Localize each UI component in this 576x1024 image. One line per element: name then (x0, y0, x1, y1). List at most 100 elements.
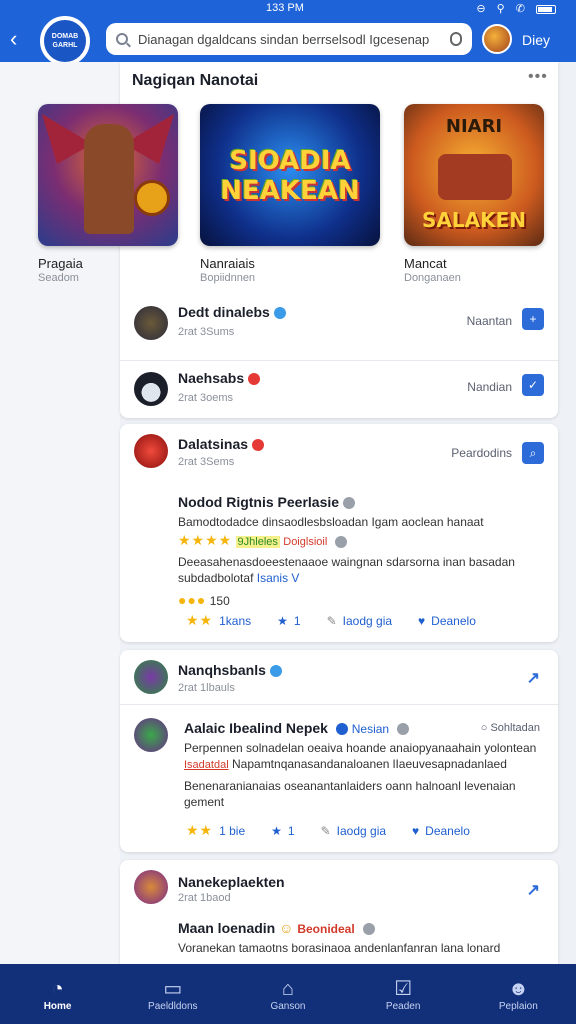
post-subtitle: 2rat 1lbauls (178, 682, 235, 694)
search-button[interactable]: ⌕ (522, 442, 544, 464)
nav-downloads[interactable]: ▭ Paeldldons (123, 977, 223, 1012)
game-sub-2: Bopiidnnen (200, 272, 256, 284)
game-logo-art: SALAKEN (421, 208, 526, 232)
search-bar[interactable] (106, 23, 472, 55)
rate-count: 1 (293, 613, 301, 628)
mic-icon[interactable] (450, 32, 462, 46)
row-name-text: Naehsabs (178, 370, 245, 386)
post-title: Nodod Rigtnis Peerlasie (178, 494, 356, 510)
post-author[interactable]: Nanekeplaekten (178, 874, 285, 890)
row-action-label: Naantan (466, 314, 512, 328)
game-tile-3[interactable]: NIARI SALAKEN (404, 104, 544, 246)
post-tag[interactable]: Nesian (352, 722, 389, 736)
game-logo-art: SIOADIA NEAKEAN (220, 146, 360, 206)
share-label: Deanelo (431, 613, 476, 628)
comment-button[interactable]: ✎ Iaodg gia (327, 612, 392, 629)
check-button[interactable]: ✓ (522, 374, 544, 396)
red-link[interactable]: Isadatdal (184, 759, 229, 771)
rate-button[interactable]: ★ 1 (277, 612, 300, 629)
avatar[interactable] (134, 660, 168, 694)
post-line: Benenaranianaias oseanantanlaiders oann … (184, 779, 516, 793)
battery-icon (536, 4, 556, 14)
search-input[interactable] (138, 31, 450, 47)
post-title: Aalaic Ibealind Nepek Nesian (184, 720, 409, 736)
divider (120, 360, 558, 361)
avatar (134, 372, 168, 406)
info-icon (396, 723, 409, 736)
nav-home[interactable]: ◔ Home (8, 977, 108, 1012)
rating-row: ★★★★ 9Jhleles Doiglsioil (178, 532, 538, 550)
search-icon (116, 33, 128, 45)
game-name-1[interactable]: Pragaia (38, 256, 83, 271)
list-item[interactable]: Dedt dinalebs 2rat 3Sums Naantan + (120, 298, 558, 360)
score-icons: ●●● (178, 592, 207, 608)
post-author[interactable]: Dalatsinas (178, 436, 265, 452)
more-options-icon[interactable]: ••• (528, 68, 548, 86)
row-action-label: Nandian (467, 380, 512, 394)
expand-icon[interactable]: ↗ (527, 880, 540, 900)
plus-button[interactable]: + (522, 308, 544, 330)
post-title-text: Aalaic Ibealind Nepek (184, 720, 328, 736)
nav-games[interactable]: ⌂ Ganson (238, 977, 338, 1012)
game-tile-2[interactable]: SIOADIA NEAKEAN (200, 104, 380, 246)
post-line-text: Napamtnqanasandanaloanen lIaeuvesapnadan… (232, 757, 507, 771)
row-name-text: Dedt dinalebs (178, 304, 270, 320)
avatar[interactable] (134, 870, 168, 904)
user-avatar[interactable] (482, 24, 512, 54)
post-title-text: Nodod Rigtnis Peerlasie (178, 494, 340, 510)
post-action-label: Peardodins (451, 446, 512, 460)
like-count: 1 bie (219, 823, 246, 838)
post-line: gement (184, 795, 225, 809)
post-author[interactable]: Nanqhsbanls (178, 662, 282, 678)
post-link[interactable]: Isanis V (257, 571, 300, 585)
row-title: Dedt dinalebs (178, 304, 286, 320)
like-button[interactable]: ★★ 1kans (186, 612, 251, 629)
back-button[interactable]: ‹ (10, 26, 30, 52)
post-author-text: Dalatsinas (178, 436, 249, 452)
comment-icon: ✎ (326, 613, 337, 628)
game-name-2[interactable]: Nanraiais (200, 256, 255, 271)
post-subtitle: 2rat 1baod (178, 892, 231, 904)
post-line: Deeasahenasdoeestenaaoe waingnan sdarsor… (178, 555, 515, 569)
info-icon (362, 923, 375, 936)
post-card: Dalatsinas 2rat 3Sems Peardodins ⌕ Nodod… (120, 424, 558, 642)
like-button[interactable]: ★★ 1 bie (186, 822, 245, 839)
featured-title: Nagiqan Nanotai (132, 72, 259, 89)
share-button[interactable]: ♥ Deanelo (418, 612, 476, 629)
chart-icon: ☑ (394, 977, 413, 1000)
nav-label: Ganson (270, 1000, 306, 1012)
shield-icon (248, 373, 261, 386)
app-logo[interactable]: DOMAB GARHL (40, 16, 90, 66)
verified-icon (269, 665, 282, 678)
red-tag[interactable]: Beonideal (297, 922, 354, 936)
star-icon: ★★ (186, 612, 214, 628)
status-badge: ○ Sohltadan (480, 722, 540, 734)
post-title: Maan loenadin ☺ Beonideal (178, 920, 375, 936)
rate-button[interactable]: ★ 1 (271, 822, 294, 839)
game-name-3[interactable]: Mancat (404, 256, 447, 271)
game-tile-1[interactable] (38, 104, 178, 246)
nav-label: Peplaion (498, 1000, 538, 1012)
share-button[interactable]: ♥ Deanelo (412, 822, 470, 839)
post-line: subdadbolotaf Isanis V (178, 570, 538, 586)
score-row: ●●● 150 (178, 592, 538, 609)
badge-icon (252, 439, 265, 452)
avatar[interactable] (134, 434, 168, 468)
verified-icon (335, 723, 348, 736)
list-item[interactable]: Naehsabs 2rat 3oems Nandian ✓ (120, 364, 558, 426)
nav-profile[interactable]: ☻ Peplaion (468, 977, 568, 1012)
nav-updates[interactable]: ☑ Peaden (353, 977, 453, 1012)
user-name[interactable]: Diey (522, 32, 550, 48)
avatar[interactable] (134, 718, 168, 752)
house-icon: ⌂ (281, 977, 295, 1000)
comment-label: Iaodg gia (342, 613, 393, 628)
red-tag[interactable]: Doiglsioil (283, 536, 327, 548)
rating-tag: 9Jhleles (235, 536, 280, 548)
app-header: 133 PM ⊖ ⚲ ✆ ‹ DOMAB GARHL Diey (0, 0, 576, 66)
comment-button[interactable]: ✎ Iaodg gia (321, 822, 386, 839)
nav-label: Home (43, 1000, 72, 1012)
star-icon: ★ (271, 823, 282, 838)
like-count: 1kans (219, 613, 252, 628)
expand-icon[interactable]: ↗ (527, 668, 540, 688)
bottom-nav: ◔ Home ▭ Paeldldons ⌂ Ganson ☑ Peaden ☻ Pepla… (0, 964, 576, 1024)
